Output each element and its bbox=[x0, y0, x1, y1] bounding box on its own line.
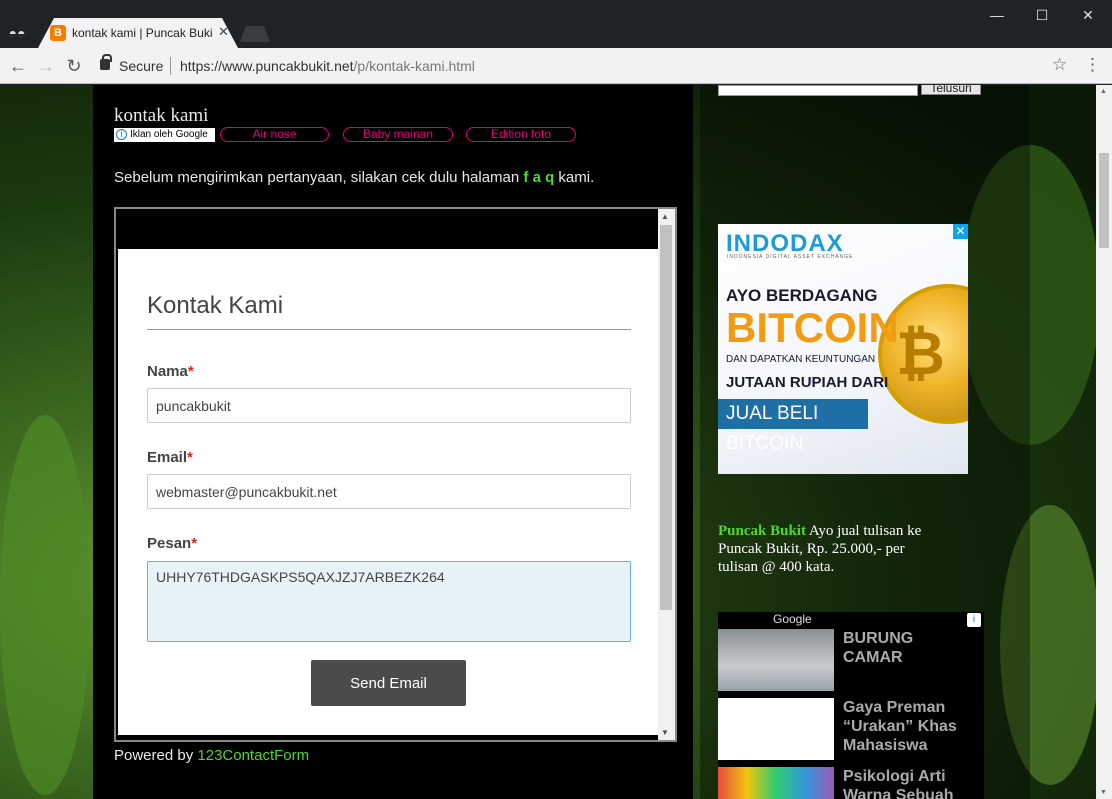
tshirts-thumbnail bbox=[718, 767, 834, 799]
message-label: Pesan* bbox=[147, 535, 197, 552]
name-label: Nama* bbox=[147, 363, 194, 380]
name-input[interactable] bbox=[147, 388, 631, 423]
form-divider bbox=[147, 329, 631, 330]
scroll-down-icon[interactable]: ▼ bbox=[661, 728, 669, 737]
promo-brand[interactable]: Puncak Bukit bbox=[718, 523, 806, 539]
faq-link[interactable]: f a q bbox=[523, 169, 554, 186]
lock-icon bbox=[100, 54, 112, 70]
omnibox-separator bbox=[170, 57, 171, 75]
search-button[interactable]: Telusuri bbox=[921, 85, 981, 95]
seagull-thumbnail bbox=[718, 629, 834, 691]
frame-scroll-thumb[interactable] bbox=[660, 225, 672, 610]
message-label-text: Pesan bbox=[147, 535, 192, 552]
maximize-button[interactable]: ☐ bbox=[1027, 4, 1057, 26]
ad-close-icon[interactable]: ✕ bbox=[953, 224, 968, 239]
blog-search-input[interactable] bbox=[718, 85, 918, 96]
back-arrow-icon[interactable]: ← bbox=[6, 54, 30, 78]
ad-choices-label[interactable]: i Iklan oleh Google bbox=[114, 128, 215, 142]
browser-toolbar: ← → ↻ Secure https://www.puncakbukit.net… bbox=[0, 48, 1112, 84]
ad-line-1: AYO BERDAGANG bbox=[726, 286, 878, 305]
incognito-icon: ◓◓ bbox=[8, 25, 26, 41]
reload-icon[interactable]: ↻ bbox=[62, 54, 86, 78]
cartoon-thumbnail bbox=[718, 698, 834, 760]
background-foliage bbox=[0, 415, 90, 795]
ad-line-3: DAN DAPATKAN KEUNTUNGAN bbox=[726, 354, 876, 365]
google-ads-widget: Google i BURUNG CAMAR Gaya Preman “Uraka… bbox=[718, 612, 984, 799]
page-scroll-thumb[interactable] bbox=[1099, 153, 1109, 248]
new-tab-button[interactable] bbox=[240, 26, 270, 42]
ad-item-title: Psikologi Arti Warna Sebuah bbox=[843, 768, 954, 799]
contact-form-frame: Kontak Kami Nama* Email* Pesan* UHHY76TH… bbox=[114, 207, 677, 742]
ad-item-title: BURUNG CAMAR bbox=[843, 630, 914, 666]
form-title: Kontak Kami bbox=[147, 292, 284, 319]
scroll-up-icon[interactable]: ▲ bbox=[661, 212, 669, 221]
intro-text: Sebelum mengirimkan pertanyaan, silakan … bbox=[114, 169, 594, 186]
url-path: /p/kontak-kami.html bbox=[353, 58, 475, 74]
ad-info-text: Iklan oleh Google bbox=[130, 129, 208, 140]
ad-info-icon: i bbox=[116, 129, 127, 140]
bookmark-star-icon[interactable]: ☆ bbox=[1052, 55, 1067, 75]
frame-scrollbar[interactable]: ▲ ▼ bbox=[658, 209, 675, 740]
ad-item[interactable]: BURUNG CAMAR bbox=[718, 629, 984, 691]
secure-label: Secure bbox=[119, 58, 164, 74]
required-mark: * bbox=[191, 535, 198, 552]
send-email-button[interactable]: Send Email bbox=[311, 660, 466, 706]
intro-before: Sebelum mengirimkan pertanyaan, silakan … bbox=[114, 169, 524, 186]
ad-line-4: JUTAAN RUPIAH DARI bbox=[726, 374, 889, 391]
required-mark: * bbox=[187, 449, 193, 466]
email-input[interactable] bbox=[147, 474, 631, 509]
promo-text: Puncak Bukit Ayo jual tulisan ke Puncak … bbox=[718, 522, 948, 576]
intro-after: kami. bbox=[554, 169, 595, 186]
menu-icon[interactable]: ⋮ bbox=[1084, 55, 1101, 75]
ad-item[interactable]: Gaya Preman “Urakan” Khas Mahasiswa bbox=[718, 698, 984, 760]
blogger-favicon-icon: B bbox=[50, 25, 66, 41]
required-mark: * bbox=[187, 363, 194, 380]
page-title: kontak kami bbox=[114, 105, 209, 126]
indodax-banner-ad[interactable]: INDODAX INDONESIA DIGITAL ASSET EXCHANGE… bbox=[718, 224, 968, 474]
ad-link-baby-mainan[interactable]: Baby mainan bbox=[343, 127, 453, 142]
email-label: Email* bbox=[147, 449, 193, 466]
scroll-down-icon[interactable]: ▼ bbox=[1100, 789, 1107, 796]
indodax-tagline: INDONESIA DIGITAL ASSET EXCHANGE bbox=[727, 254, 854, 260]
forward-arrow-icon[interactable]: → bbox=[34, 54, 58, 78]
123contactform-link[interactable]: 123ContactForm bbox=[197, 747, 309, 764]
ad-link-edition-foto[interactable]: Edition foto bbox=[466, 127, 576, 142]
ad-link-air-nose[interactable]: Air nose bbox=[220, 127, 329, 142]
tab-close-icon[interactable]: ✕ bbox=[218, 24, 229, 40]
minimize-button[interactable]: — bbox=[982, 4, 1012, 26]
ad-item[interactable]: Psikologi Arti Warna Sebuah bbox=[718, 767, 984, 799]
tab-title: kontak kami | Puncak Bukit bbox=[72, 26, 212, 40]
contact-form: Kontak Kami Nama* Email* Pesan* UHHY76TH… bbox=[118, 249, 658, 735]
scroll-up-icon[interactable]: ▲ bbox=[1100, 88, 1107, 95]
ad-line-2: BITCOIN bbox=[726, 304, 899, 351]
name-label-text: Nama bbox=[147, 363, 188, 380]
ad-item-title: Gaya Preman “Urakan” Khas Mahasiswa bbox=[843, 699, 957, 754]
ad-line-5: JUAL BELI BITCOIN bbox=[718, 399, 868, 454]
url-host: https://www.puncakbukit.net bbox=[180, 58, 354, 74]
browser-titlebar: ◓◓ B kontak kami | Puncak Bukit ✕ — ☐ ✕ bbox=[0, 0, 1112, 48]
message-textarea[interactable]: UHHY76THDGASKPS5QAXJZJ7ARBEZK264 bbox=[147, 561, 631, 642]
address-bar[interactable]: https://www.puncakbukit.net/p/kontak-kam… bbox=[180, 58, 475, 74]
google-ads-label: Google bbox=[773, 612, 812, 626]
email-label-text: Email bbox=[147, 449, 188, 466]
powered-by: Powered by 123ContactForm bbox=[114, 747, 309, 764]
close-window-button[interactable]: ✕ bbox=[1073, 4, 1103, 26]
ad-info-icon[interactable]: i bbox=[967, 613, 981, 627]
page-viewport: kontak kami i Iklan oleh Google Air nose … bbox=[0, 85, 1096, 799]
page-scrollbar[interactable]: ▲ ▼ bbox=[1096, 85, 1112, 799]
powered-prefix: Powered by bbox=[114, 747, 198, 764]
bitcoin-symbol: ₿ bbox=[896, 320, 945, 387]
browser-tab[interactable]: B kontak kami | Puncak Bukit ✕ bbox=[38, 18, 238, 48]
